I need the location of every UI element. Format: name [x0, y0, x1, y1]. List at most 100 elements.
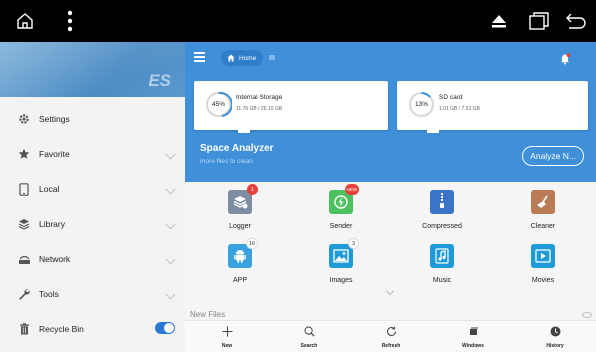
drawer-item-tools[interactable]: Tools	[0, 277, 185, 311]
drawer-item-label: Settings	[39, 114, 70, 124]
grid-item-movies[interactable]: Movies	[498, 244, 588, 289]
sd-card-storage-card[interactable]: 13% SD card 1.01 GB / 7.53 GB	[397, 81, 588, 133]
history-button[interactable]: History	[515, 321, 595, 352]
toolbar-label: Refresh	[381, 343, 401, 349]
toolbar-label: Windows	[462, 343, 484, 349]
grid-item-images[interactable]: 3 Images	[296, 238, 386, 289]
new-files-header: New Files	[190, 310, 226, 319]
network-icon	[17, 252, 31, 266]
grid-item-music[interactable]: Music	[397, 244, 487, 289]
usage-arc	[218, 91, 232, 117]
sender-new-badge: NEW	[344, 184, 359, 195]
home-icon[interactable]	[10, 0, 40, 42]
chevron-down-icon	[165, 184, 176, 195]
internal-storage-usage: 11.76 GB / 26.10 GB	[236, 106, 283, 112]
grid-item-label: Movies	[531, 277, 555, 284]
grid-item-logger[interactable]: 1 Logger	[195, 184, 285, 235]
home-breadcrumb-label: Home	[239, 54, 257, 62]
recycle-bin-toggle[interactable]	[155, 322, 175, 334]
new-button[interactable]: New	[187, 321, 267, 352]
header-area: Home 45% Internal Storage 11.76 GB / 26.…	[185, 42, 596, 182]
drawer-item-recycle-bin[interactable]: Recycle Bin	[0, 312, 185, 346]
logger-badge: 1	[247, 184, 258, 195]
analyze-now-button[interactable]: Analyze N...	[522, 146, 584, 166]
refresh-button[interactable]: Refresh	[351, 321, 431, 352]
gear-icon	[17, 112, 31, 126]
clock-icon	[549, 325, 561, 337]
storage-usage-ring: 45%	[206, 91, 232, 117]
drawer-item-favorite[interactable]: Favorite	[0, 137, 185, 171]
grid-item-label: Images	[329, 277, 353, 284]
hamburger-menu-icon[interactable]	[194, 52, 205, 62]
drawer-item-label: Network	[39, 254, 71, 264]
grid-item-label: Compressed	[422, 223, 462, 230]
plus-icon	[221, 325, 233, 337]
navigation-drawer: ES Settings Favorite Local Library Netwo…	[0, 42, 185, 352]
grid-item-cleaner[interactable]: Cleaner	[498, 190, 588, 235]
system-bar	[0, 0, 596, 42]
drawer-item-label: Tools	[39, 289, 59, 299]
main-panel: Home 45% Internal Storage 11.76 GB / 26.…	[185, 42, 596, 352]
drawer-item-label: Library	[39, 219, 65, 229]
home-small-icon	[227, 54, 235, 62]
overflow-menu-icon[interactable]	[60, 0, 80, 42]
sd-card-usage: 1.01 GB / 7.53 GB	[439, 106, 480, 112]
chevron-down-icon	[165, 289, 176, 300]
search-button[interactable]: Search	[269, 321, 349, 352]
logger-icon: 1	[228, 184, 258, 214]
card-tab	[238, 130, 250, 133]
bottom-toolbar: New Search Refresh Windows History	[185, 320, 596, 352]
grid-item-app[interactable]: 16 APP	[195, 238, 285, 289]
grid-item-compressed[interactable]: Compressed	[397, 190, 487, 235]
chevron-down-icon	[165, 254, 176, 265]
android-icon: 16	[228, 238, 258, 268]
grid-item-label: Cleaner	[530, 223, 556, 230]
drawer-item-local[interactable]: Local	[0, 172, 185, 206]
home-breadcrumb[interactable]: Home	[221, 50, 264, 66]
drawer-item-label: Recycle Bin	[39, 324, 84, 334]
chevron-down-icon	[165, 149, 176, 160]
grid-item-label: Sender	[329, 223, 353, 230]
internal-storage-card[interactable]: 45% Internal Storage 11.76 GB / 26.10 GB	[194, 81, 388, 133]
library-stack-icon	[17, 217, 31, 231]
drawer-header: ES	[0, 42, 185, 97]
internal-storage-title: Internal Storage	[236, 94, 283, 101]
back-icon[interactable]	[563, 0, 589, 42]
usage-arc	[421, 92, 431, 98]
images-count-badge: 3	[348, 238, 359, 249]
play-icon	[531, 244, 555, 268]
breadcrumb-more-icon[interactable]	[269, 55, 275, 60]
toolbar-label: Search	[300, 343, 318, 349]
grid-item-sender[interactable]: NEW Sender	[296, 184, 386, 235]
notification-bell-icon[interactable]	[559, 52, 571, 65]
image-icon: 3	[329, 238, 359, 268]
recent-apps-icon[interactable]	[526, 0, 552, 42]
sd-card-title: SD card	[439, 94, 463, 101]
star-icon	[17, 147, 31, 161]
grid-item-label: APP	[232, 277, 247, 284]
expand-chevron-icon[interactable]	[385, 286, 395, 296]
eject-icon[interactable]	[487, 0, 511, 42]
drawer-item-settings[interactable]: Settings	[0, 102, 185, 136]
wrench-icon	[17, 287, 31, 301]
space-analyzer-subtitle: more files to clean	[200, 158, 253, 165]
drawer-item-library[interactable]: Library	[0, 207, 185, 241]
refresh-icon	[385, 325, 397, 337]
music-note-icon	[430, 244, 454, 268]
card-tab	[427, 130, 439, 133]
grid-item-label: Logger	[229, 223, 251, 230]
sender-icon: NEW	[329, 184, 359, 214]
storage-usage-ring: 13%	[409, 92, 434, 117]
windows-button[interactable]: Windows	[433, 321, 513, 352]
visibility-icon[interactable]	[582, 312, 592, 318]
drawer-item-label: Local	[39, 184, 60, 194]
toolbar-label: New	[221, 343, 233, 349]
space-analyzer-title: Space Analyzer	[200, 143, 274, 154]
app-count-badge: 16	[245, 238, 258, 249]
drawer-item-label: Favorite	[39, 149, 70, 159]
broom-icon	[531, 190, 555, 214]
drawer-item-network[interactable]: Network	[0, 242, 185, 276]
phone-icon	[17, 182, 31, 196]
es-logo: ES	[148, 71, 171, 90]
toggle-knob	[164, 323, 174, 333]
